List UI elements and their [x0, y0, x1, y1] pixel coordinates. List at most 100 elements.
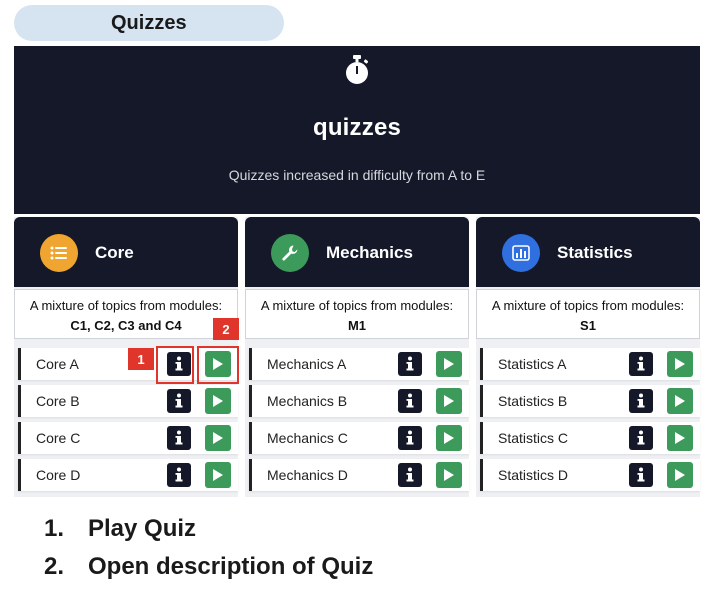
callout-number-2: 2 [213, 318, 239, 340]
info-icon [406, 467, 414, 482]
info-icon [637, 356, 645, 371]
info-button[interactable] [398, 463, 422, 487]
wrench-icon [271, 234, 309, 272]
info-button[interactable] [167, 426, 191, 450]
play-button[interactable] [667, 425, 693, 451]
quiz-row: Mechanics A [249, 348, 469, 380]
quiz-label: Core D [36, 467, 81, 483]
play-button[interactable] [436, 388, 462, 414]
info-button[interactable] [167, 389, 191, 413]
module-list: M1 [347, 318, 367, 333]
quizzes-tab-label: Quizzes [111, 11, 187, 34]
play-button[interactable] [436, 425, 462, 451]
info-button[interactable] [398, 389, 422, 413]
description-text: A mixture of topics from modules: [260, 298, 454, 313]
play-icon [213, 469, 223, 481]
play-button[interactable] [205, 462, 231, 488]
info-icon [637, 467, 645, 482]
category-mechanics: Mechanics A mixture of topics from modul… [245, 217, 469, 497]
quiz-label: Statistics A [498, 356, 567, 372]
info-icon [175, 467, 183, 482]
info-button[interactable] [167, 352, 191, 376]
play-button[interactable] [205, 351, 231, 377]
category-title: Mechanics [326, 243, 413, 262]
play-button[interactable] [667, 351, 693, 377]
quiz-label: Mechanics B [267, 393, 348, 409]
quiz-row: Core C [18, 422, 238, 454]
category-core: Core A mixture of topics from modules: C… [14, 217, 238, 497]
quiz-row: Mechanics D [249, 459, 469, 491]
info-button[interactable] [398, 352, 422, 376]
quiz-row: Mechanics B [249, 385, 469, 417]
legend-text: Open description of Quiz [88, 553, 374, 580]
play-icon [675, 469, 685, 481]
info-icon [175, 356, 183, 371]
quiz-label: Core B [36, 393, 80, 409]
quiz-label: Mechanics C [267, 430, 348, 446]
info-icon [637, 430, 645, 445]
hero-title: quizzes [312, 114, 402, 141]
quiz-label: Mechanics D [267, 467, 348, 483]
info-button[interactable] [629, 352, 653, 376]
play-button[interactable] [205, 425, 231, 451]
quiz-row: Statistics D [480, 459, 700, 491]
callout-number-1: 1 [128, 348, 154, 370]
category-header: Core [14, 217, 238, 287]
module-list: C1, C2, C3 and C4 [70, 318, 182, 333]
info-icon [406, 393, 414, 408]
category-header: Statistics [476, 217, 700, 287]
quiz-row: Statistics A [480, 348, 700, 380]
play-icon [675, 432, 685, 444]
category-description: A mixture of topics from modules: M1 [245, 289, 469, 339]
quiz-row: Statistics B [480, 385, 700, 417]
play-icon [444, 358, 454, 370]
category-description: A mixture of topics from modules: S1 [476, 289, 700, 339]
play-icon [213, 432, 223, 444]
legend-item: 1. Play Quiz [44, 515, 373, 553]
play-icon [213, 395, 223, 407]
quiz-label: Mechanics A [267, 356, 347, 372]
bar-chart-icon [502, 234, 540, 272]
play-button[interactable] [205, 388, 231, 414]
info-button[interactable] [629, 389, 653, 413]
play-icon [675, 395, 685, 407]
info-button[interactable] [398, 426, 422, 450]
quiz-row: Statistics C [480, 422, 700, 454]
quizzes-tab[interactable]: Quizzes [14, 5, 284, 41]
quizzes-header-banner: quizzes Quizzes increased in difficulty … [14, 46, 700, 214]
info-button[interactable] [629, 426, 653, 450]
quiz-label: Core A [36, 356, 79, 372]
stopwatch-icon [346, 55, 369, 84]
info-button[interactable] [629, 463, 653, 487]
play-icon [444, 469, 454, 481]
play-button[interactable] [436, 462, 462, 488]
quiz-row: Mechanics C [249, 422, 469, 454]
quiz-label: Statistics D [498, 467, 569, 483]
category-title: Core [95, 243, 134, 262]
legend-number: 2. [44, 553, 65, 580]
info-icon [637, 393, 645, 408]
info-icon [406, 356, 414, 371]
play-button[interactable] [667, 462, 693, 488]
play-icon [675, 358, 685, 370]
legend-text: Play Quiz [88, 515, 197, 542]
hero-subtitle: Quizzes increased in difficulty from A t… [228, 167, 486, 183]
category-header: Mechanics [245, 217, 469, 287]
legend-number: 1. [44, 515, 65, 542]
list-icon [40, 234, 78, 272]
module-list: S1 [580, 318, 596, 333]
info-button[interactable] [167, 463, 191, 487]
legend-item: 2. Open description of Quiz [44, 553, 373, 591]
quiz-label: Core C [36, 430, 81, 446]
info-icon [175, 393, 183, 408]
play-icon [444, 432, 454, 444]
quiz-categories: Core A mixture of topics from modules: C… [14, 217, 700, 497]
play-icon [213, 358, 223, 370]
legend-list: 1. Play Quiz 2. Open description of Quiz [44, 515, 373, 591]
category-description: A mixture of topics from modules: C1, C2… [14, 289, 238, 339]
quiz-label: Statistics B [498, 393, 568, 409]
description-text: A mixture of topics from modules: [491, 298, 685, 313]
play-button[interactable] [667, 388, 693, 414]
play-button[interactable] [436, 351, 462, 377]
category-title: Statistics [557, 243, 633, 262]
